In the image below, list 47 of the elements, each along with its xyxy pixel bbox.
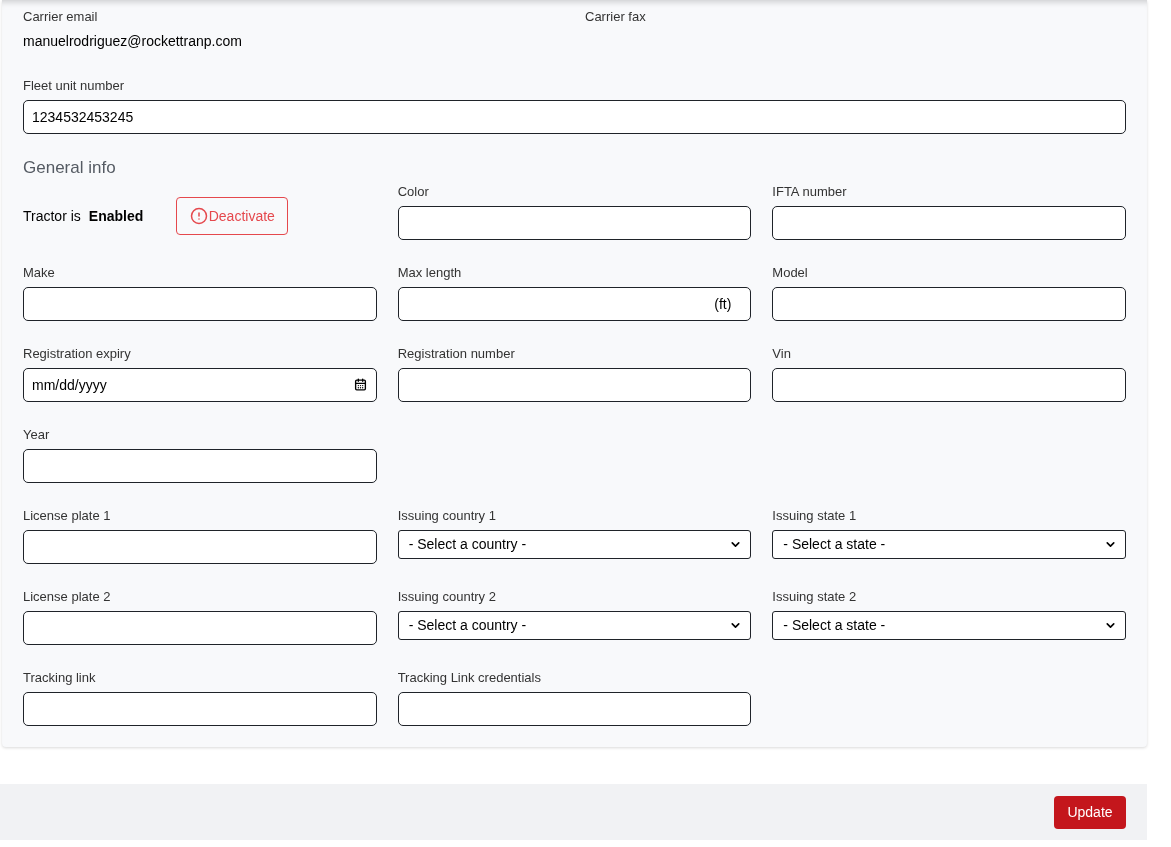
field-label: Color [397, 184, 429, 200]
field-label: Make [23, 265, 55, 281]
field-label: Fleet unit number [23, 78, 125, 94]
section-title: General info [23, 157, 116, 179]
field-label: Issuing state 1 [772, 508, 857, 524]
field-label: Vin [772, 346, 791, 362]
field-label: Max length [397, 265, 462, 281]
field-label: IFTA number [772, 184, 847, 200]
input-field[interactable] [23, 287, 377, 321]
unit-suffix: (ft) [714, 295, 732, 313]
input-field[interactable] [772, 368, 1126, 402]
update-button[interactable]: Update [1054, 795, 1126, 829]
select-dropdown[interactable]: - Select a country - [397, 611, 752, 640]
input-field[interactable] [397, 287, 752, 321]
status-value: Enabled [88, 206, 144, 226]
select-dropdown[interactable]: - Select a state - [772, 611, 1126, 640]
email-value: manuelrodriguez@rockettranp.com [23, 32, 242, 51]
field-label: Tracking link [23, 670, 96, 686]
input-field[interactable] [23, 611, 377, 645]
input-field[interactable]: 1234532453245 [23, 100, 1126, 134]
field-label: Issuing country 1 [397, 508, 496, 524]
input-field[interactable] [397, 206, 752, 240]
field-label: Carrier fax [585, 9, 646, 25]
field-label: Carrier email [23, 9, 98, 25]
select-dropdown[interactable]: - Select a state - [772, 530, 1126, 559]
input-field[interactable] [772, 206, 1126, 240]
field-label: Registration expiry [23, 346, 131, 362]
input-field[interactable] [397, 692, 752, 726]
field-label: Registration number [397, 346, 515, 362]
field-label: License plate 1 [23, 508, 111, 524]
field-label: Model [772, 265, 808, 281]
input-field[interactable] [23, 530, 377, 564]
deactivate-button[interactable]: Deactivate [176, 197, 289, 235]
alert-circle-icon [189, 207, 208, 225]
field-label: Issuing country 2 [397, 589, 496, 605]
input-field[interactable] [23, 692, 377, 726]
calendar-icon[interactable] [353, 378, 367, 391]
field-label: Tracking Link credentials [397, 670, 541, 686]
input-field[interactable] [23, 449, 377, 483]
status-label: Tractor is [23, 206, 81, 226]
select-dropdown[interactable]: - Select a country - [397, 530, 752, 559]
input-field[interactable] [397, 368, 752, 402]
field-label: Issuing state 2 [772, 589, 857, 605]
field-label: Year [23, 427, 50, 443]
field-label: License plate 2 [23, 589, 111, 605]
input-field[interactable] [772, 287, 1126, 321]
date-field[interactable]: mm/dd/yyyy [23, 368, 377, 402]
